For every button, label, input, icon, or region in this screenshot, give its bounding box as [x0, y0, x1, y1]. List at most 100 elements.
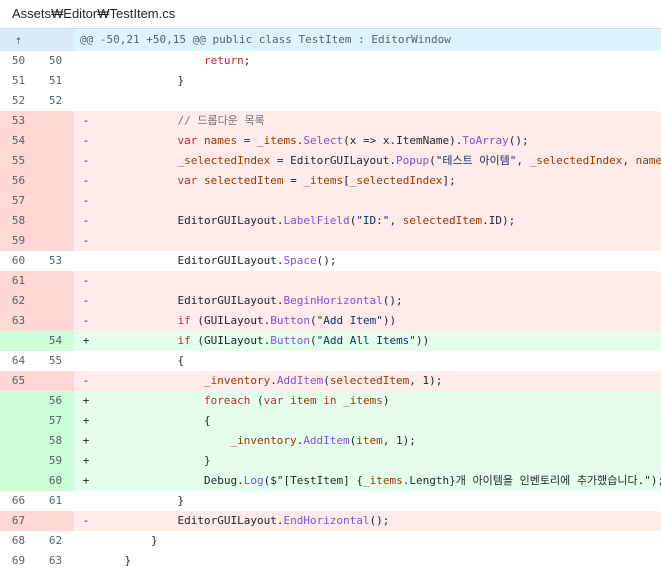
hunk-gutter: [37, 29, 74, 51]
new-line-number[interactable]: 60: [37, 471, 74, 491]
diff-sign: [74, 71, 98, 91]
diff-sign: -: [82, 154, 90, 167]
diff-sign: -: [82, 114, 90, 127]
diff-view: @@ -50,21 +50,15 @@ public class TestIte…: [0, 28, 661, 571]
new-line-number[interactable]: [37, 131, 74, 151]
expand-up-button[interactable]: [0, 29, 37, 51]
old-line-number[interactable]: 52: [0, 91, 37, 111]
new-line-number[interactable]: [37, 271, 74, 291]
new-line-number[interactable]: 63: [37, 551, 74, 571]
new-line-number[interactable]: [37, 111, 74, 131]
code-text: }: [177, 494, 185, 507]
new-line-number[interactable]: 55: [37, 351, 74, 371]
diff-line: 57 -: [0, 191, 661, 211]
diff-line: 55 - _selectedIndex = EditorGUILayout.Pop…: [0, 151, 661, 171]
new-line-number[interactable]: [37, 231, 74, 251]
diff-sign: -: [82, 214, 90, 227]
old-line-number[interactable]: 57: [0, 191, 37, 211]
new-line-number[interactable]: [37, 171, 74, 191]
diff-line: 50 50 return;: [0, 51, 661, 71]
diff-line: 61 -: [0, 271, 661, 291]
diff-line: 53 - // 드롭다운 목록: [0, 111, 661, 131]
code-text: EditorGUILayout.LabelField("ID:", select…: [177, 214, 516, 227]
code-text: EditorGUILayout.Space();: [177, 254, 337, 267]
diff-line: 66 61 }: [0, 491, 661, 511]
new-line-number[interactable]: [37, 291, 74, 311]
file-path: Assets₩Editor₩TestItem.cs: [0, 0, 661, 28]
old-line-number[interactable]: 60: [0, 251, 37, 271]
diff-line: 56 + foreach (var item in _items): [0, 391, 661, 411]
code-text: var selectedItem = _items[_selectedIndex…: [177, 174, 456, 187]
code-text: _selectedIndex = EditorGUILayout.Popup("…: [177, 154, 661, 167]
diff-line: 59 -: [0, 231, 661, 251]
old-line-number[interactable]: [0, 411, 37, 431]
diff-sign: -: [82, 294, 90, 307]
new-line-number[interactable]: [37, 311, 74, 331]
old-line-number[interactable]: 55: [0, 151, 37, 171]
new-line-number[interactable]: 62: [37, 531, 74, 551]
new-line-number[interactable]: [37, 191, 74, 211]
hunk-header-row: @@ -50,21 +50,15 @@ public class TestIte…: [0, 29, 661, 51]
new-line-number[interactable]: [37, 511, 74, 531]
diff-line: 57 + {: [0, 411, 661, 431]
old-line-number[interactable]: 66: [0, 491, 37, 511]
code-text: EditorGUILayout.BeginHorizontal();: [177, 294, 403, 307]
diff-sign: -: [82, 374, 90, 387]
old-line-number[interactable]: 58: [0, 211, 37, 231]
old-line-number[interactable]: 62: [0, 291, 37, 311]
old-line-number[interactable]: 67: [0, 511, 37, 531]
code-text: return;: [203, 54, 251, 67]
diff-sign: +: [82, 334, 90, 347]
code-text: }: [124, 554, 132, 567]
old-line-number[interactable]: 51: [0, 71, 37, 91]
old-line-number[interactable]: 50: [0, 51, 37, 71]
new-line-number[interactable]: 54: [37, 331, 74, 351]
code-text: if (GUILayout.Button("Add All Items")): [177, 334, 430, 347]
diff-sign: +: [82, 394, 90, 407]
old-line-number[interactable]: [0, 431, 37, 451]
new-line-number[interactable]: 56: [37, 391, 74, 411]
new-line-number[interactable]: 51: [37, 71, 74, 91]
new-line-number[interactable]: [37, 371, 74, 391]
old-line-number[interactable]: [0, 331, 37, 351]
old-line-number[interactable]: 53: [0, 111, 37, 131]
old-line-number[interactable]: 56: [0, 171, 37, 191]
old-line-number[interactable]: 63: [0, 311, 37, 331]
diff-lines: 50 50 return; 51 51 } 52 52 53- // 드롭다운 목록 54- …: [0, 51, 661, 571]
old-line-number[interactable]: 69: [0, 551, 37, 571]
old-line-number[interactable]: 68: [0, 531, 37, 551]
new-line-number[interactable]: 52: [37, 91, 74, 111]
expand-up-icon: [0, 29, 37, 51]
code-text: {: [203, 414, 211, 427]
new-line-number[interactable]: [37, 151, 74, 171]
code-text: // 드롭다운 목록: [177, 114, 265, 127]
diff-line: 65 - _inventory.AddItem(selectedItem, 1);: [0, 371, 661, 391]
old-line-number[interactable]: 59: [0, 231, 37, 251]
diff-sign: -: [82, 274, 90, 287]
old-line-number[interactable]: 65: [0, 371, 37, 391]
new-line-number[interactable]: 50: [37, 51, 74, 71]
diff-sign: +: [82, 454, 90, 467]
old-line-number[interactable]: [0, 391, 37, 411]
new-line-number[interactable]: [37, 211, 74, 231]
diff-sign: -: [82, 314, 90, 327]
diff-sign: -: [82, 194, 90, 207]
diff-line: 58 - EditorGUILayout.LabelField("ID:", se…: [0, 211, 661, 231]
old-line-number[interactable]: 61: [0, 271, 37, 291]
diff-line: 59 + }: [0, 451, 661, 471]
diff-line: 54 - var names = _items.Select(x => x.Ite…: [0, 131, 661, 151]
new-line-number[interactable]: 58: [37, 431, 74, 451]
old-line-number[interactable]: [0, 471, 37, 491]
new-line-number[interactable]: 53: [37, 251, 74, 271]
new-line-number[interactable]: 61: [37, 491, 74, 511]
code-text: }: [177, 74, 185, 87]
old-line-number[interactable]: 54: [0, 131, 37, 151]
diff-sign: [74, 91, 98, 111]
old-line-number[interactable]: [0, 451, 37, 471]
diff-line: 60 + Debug.Log($"[TestItem] {_items.Lengt…: [0, 471, 661, 491]
new-line-number[interactable]: 57: [37, 411, 74, 431]
new-line-number[interactable]: 59: [37, 451, 74, 471]
code-text: _inventory.AddItem(item, 1);: [230, 434, 416, 447]
old-line-number[interactable]: 64: [0, 351, 37, 371]
